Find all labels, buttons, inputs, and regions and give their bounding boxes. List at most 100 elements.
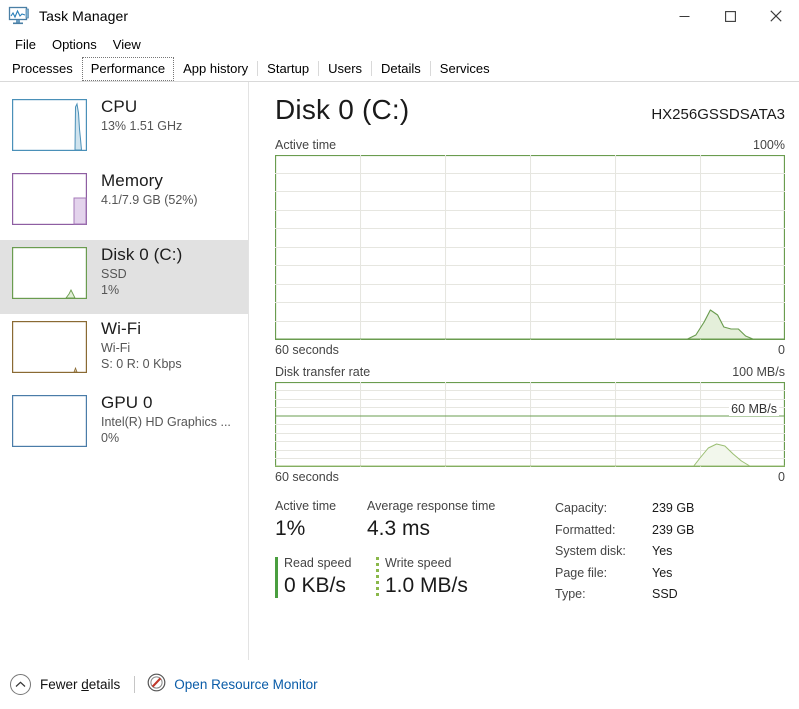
detail-key-capacity: Capacity: [555, 501, 608, 515]
stats-area: Active time 1% Average response time 4.3… [275, 498, 785, 606]
sidebar-item-cpu[interactable]: CPU 13% 1.51 GHz [0, 92, 248, 166]
footer-bar: Fewer details Open Resource Monitor [0, 660, 799, 709]
detail-key-formatted: Formatted: [555, 522, 616, 537]
disk-model-label: HX256GSSDSATA3 [651, 106, 785, 123]
sidebar-item-memory[interactable]: Memory 4.1/7.9 GB (52%) [0, 166, 248, 240]
sidebar-sub-disk-usage: 1% [101, 283, 120, 297]
panel-header: Disk 0 (C:) HX256GSSDSATA3 [275, 94, 785, 126]
active-time-graph-labels: Active time 100% [275, 138, 785, 152]
sidebar-sub-cpu: 13% 1.51 GHz [101, 119, 183, 133]
fewer-details-text-post: etails [88, 677, 121, 692]
menu-item-options[interactable]: Options [44, 35, 105, 54]
stat-write-speed-value: 1.0 MB/s [385, 574, 468, 597]
maximize-button[interactable] [707, 0, 753, 32]
sidebar-label-wifi: Wi-Fi [101, 319, 142, 338]
page-title: Disk 0 (C:) [275, 94, 410, 125]
stat-read-speed: Read speed 0 KB/s [275, 555, 376, 600]
stat-active-time-value: 1% [275, 517, 306, 540]
active-time-graph-title: Active time [275, 138, 337, 152]
active-time-graph-max: 100% [753, 138, 785, 152]
close-button[interactable] [753, 0, 799, 32]
stat-active-time-label: Active time [275, 499, 337, 513]
memory-mini-graph [12, 173, 87, 225]
transfer-rate-graph-title: Disk transfer rate [275, 365, 371, 379]
sidebar-label-disk-0: Disk 0 (C:) [101, 245, 183, 264]
fewer-details-label: Fewer details [40, 677, 120, 692]
resource-sidebar: CPU 13% 1.51 GHz Memory 4.1/7.9 GB (52%) [0, 82, 249, 682]
sidebar-item-text: CPU 13% 1.51 GHz [101, 96, 182, 134]
sidebar-item-gpu-0[interactable]: GPU 0 Intel(R) HD Graphics ... 0% [0, 388, 248, 462]
detail-row-formatted: Formatted: 239 GB [555, 520, 694, 542]
write-speed-legend-icon [376, 557, 379, 598]
sidebar-item-text: Disk 0 (C:) SSD 1% [101, 244, 182, 298]
task-manager-icon [8, 6, 30, 26]
tab-processes[interactable]: Processes [3, 57, 82, 81]
transfer-rate-axis-right: 0 [778, 470, 785, 484]
tab-services[interactable]: Services [431, 57, 499, 81]
resource-monitor-icon [147, 673, 166, 697]
detail-row-type: Type: SSD [555, 584, 694, 606]
open-resource-monitor-link[interactable]: Open Resource Monitor [147, 673, 318, 697]
tab-performance[interactable]: Performance [81, 57, 175, 81]
active-time-axis-left: 60 seconds [275, 343, 339, 357]
detail-value-formatted: 239 GB [652, 522, 695, 537]
stat-read-speed-value: 0 KB/s [284, 574, 346, 597]
detail-value-system-disk: Yes [652, 544, 673, 558]
transfer-rate-graph-max: 100 MB/s [732, 365, 785, 379]
active-time-graph [275, 155, 785, 340]
sidebar-sub-wifi-speed: S: 0 R: 0 Kbps [101, 357, 182, 371]
detail-row-page-file: Page file: Yes [555, 563, 694, 585]
menu-item-file[interactable]: File [7, 35, 44, 54]
active-time-graph-axis: 60 seconds 0 [275, 343, 785, 357]
transfer-rate-axis-left: 60 seconds [275, 470, 339, 484]
read-speed-legend-icon [275, 557, 278, 598]
wifi-mini-graph [12, 321, 87, 373]
transfer-rate-graph-labels: Disk transfer rate 100 MB/s [275, 365, 785, 379]
stats-row-primary: Active time 1% Average response time 4.3… [275, 498, 533, 543]
tab-users[interactable]: Users [319, 57, 371, 81]
detail-key-page-file: Page file: [555, 565, 608, 580]
sidebar-label-cpu: CPU [101, 97, 138, 116]
sidebar-item-wifi[interactable]: Wi-Fi Wi-Fi S: 0 R: 0 Kbps [0, 314, 248, 388]
window-title: Task Manager [39, 8, 129, 24]
menu-bar: File Options View [0, 32, 799, 56]
sidebar-sub-gpu-model: Intel(R) HD Graphics ... [101, 415, 231, 429]
fewer-details-accesskey: d [81, 677, 89, 692]
detail-key-system-disk: System disk: [555, 544, 626, 558]
stats-left-column: Active time 1% Average response time 4.3… [275, 498, 533, 606]
title-bar: Task Manager [0, 0, 799, 32]
minimize-button[interactable] [661, 0, 707, 32]
tab-startup[interactable]: Startup [258, 57, 318, 81]
detail-value-capacity: 239 GB [652, 501, 695, 515]
sidebar-sub-gpu-usage: 0% [101, 431, 120, 445]
fewer-details-button[interactable]: Fewer details [10, 674, 120, 695]
disk-details-list: Capacity: 239 GB Formatted: 239 GB Syste… [555, 498, 694, 606]
sidebar-item-text: Wi-Fi Wi-Fi S: 0 R: 0 Kbps [101, 318, 182, 372]
sidebar-item-disk-0[interactable]: Disk 0 (C:) SSD 1% [0, 240, 248, 314]
cpu-mini-graph [12, 99, 87, 151]
stat-write-speed: Write speed 1.0 MB/s [376, 555, 468, 600]
stat-read-speed-label: Read speed [284, 556, 352, 570]
stat-write-speed-label: Write speed [385, 556, 452, 570]
transfer-rate-graph: 60 MB/s [275, 382, 785, 467]
sidebar-item-text: Memory 4.1/7.9 GB (52%) [101, 170, 198, 208]
sidebar-label-memory: Memory [101, 171, 163, 190]
tab-app-history[interactable]: App history [174, 57, 257, 81]
tab-details[interactable]: Details [372, 57, 430, 81]
detail-row-system-disk: System disk: Yes [555, 541, 694, 563]
tab-strip: Processes Performance App history Startu… [0, 56, 799, 82]
transfer-rate-scale-label: 60 MB/s [729, 402, 779, 416]
sidebar-label-gpu-0: GPU 0 [101, 393, 153, 412]
footer-separator [134, 676, 136, 693]
open-resource-monitor-label: Open Resource Monitor [174, 677, 318, 692]
stat-response-time: Average response time 4.3 ms [367, 498, 495, 543]
sidebar-sub-disk-type: SSD [101, 267, 127, 281]
stat-active-time: Active time 1% [275, 498, 367, 543]
stat-response-time-label: Average response time [367, 499, 496, 513]
sidebar-sub-memory: 4.1/7.9 GB (52%) [101, 193, 198, 207]
active-time-axis-right: 0 [778, 343, 785, 357]
menu-item-view[interactable]: View [105, 35, 149, 54]
gpu-mini-graph [12, 395, 87, 447]
content-body: CPU 13% 1.51 GHz Memory 4.1/7.9 GB (52%) [0, 82, 799, 682]
detail-key-type: Type: [555, 587, 586, 601]
